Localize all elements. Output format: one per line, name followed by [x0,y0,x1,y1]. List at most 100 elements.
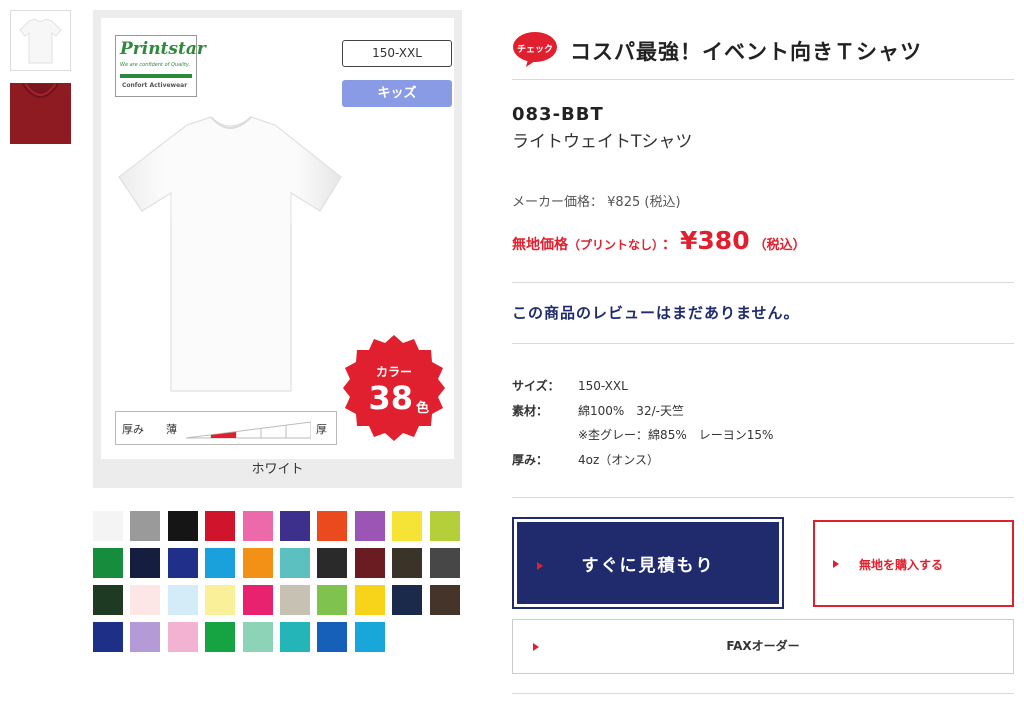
color-swatch[interactable] [392,548,422,578]
thickness-thin-label: 薄 [166,423,177,436]
color-swatch[interactable] [168,622,198,652]
color-swatch[interactable] [130,548,160,578]
fax-order-button-label: FAXオーダー [726,639,800,653]
color-swatch[interactable] [317,511,347,541]
thumbnail-white[interactable] [10,10,71,71]
divider [512,343,1014,344]
buy-plain-button[interactable]: 無地を購入する [813,520,1014,607]
plain-price: 無地価格（プリントなし）： ¥380 （税込） [512,226,806,255]
spec-key: 素材： [512,404,549,418]
color-swatch[interactable] [280,622,310,652]
quote-button-label: すぐに見積もり [581,556,715,576]
thickness-thick-label: 厚 [316,423,327,436]
plain-price-tax: （税込） [753,238,806,253]
brand-tagline: We are confident of Quality. [120,62,191,68]
brand-bar [120,74,192,78]
color-swatch[interactable] [168,548,198,578]
spec-row-size: サイズ： 150-XXL [512,377,628,394]
product-name: ライトウェイトTシャツ [512,132,693,152]
color-swatch[interactable] [130,622,160,652]
arrow-right-icon [833,560,839,568]
plain-price-colon: ： [662,237,677,253]
maker-price-value: ¥825 (税込) [607,195,681,210]
tshirt-image [118,116,342,392]
color-swatch[interactable] [392,585,422,615]
check-badge-text: チェック [516,45,553,55]
color-swatch[interactable] [93,548,123,578]
red-tshirt-thumbnail-icon [11,84,70,143]
thickness-label: 厚み [122,423,144,436]
color-swatch[interactable] [93,622,123,652]
size-range-box: 150-XXL [342,40,452,67]
main-image-panel: Printstar We are confident of Quality. C… [93,10,462,488]
spec-row-thickness: 厚み： 4oz（オンス） [512,451,659,468]
check-badge: チェック [512,31,558,67]
thickness-scale-icon [186,421,311,439]
color-swatch[interactable] [243,511,273,541]
spec-value: ※杢グレー：綿85% レーヨン15% [578,428,774,442]
color-swatch[interactable] [205,585,235,615]
plain-price-label: 無地価格 [512,237,568,253]
color-swatch[interactable] [355,511,385,541]
color-swatch[interactable] [130,585,160,615]
color-swatch[interactable] [243,585,273,615]
color-count: 38 [368,379,413,417]
spec-key: サイズ： [512,379,560,393]
spec-value: 150-XXL [578,379,628,393]
quote-button[interactable]: すぐに見積もり [512,517,784,609]
product-code: 083-BBT [512,104,604,125]
color-swatch[interactable] [205,511,235,541]
spec-value: 4oz（オンス） [578,453,660,467]
plain-price-note: （プリントなし） [568,238,659,252]
color-swatch[interactable] [430,585,460,615]
color-swatch[interactable] [355,585,385,615]
color-swatch[interactable] [243,622,273,652]
thumbnail-red[interactable] [10,83,71,144]
selected-color-name: ホワイト [251,462,304,477]
color-swatch[interactable] [280,585,310,615]
review-notice: この商品のレビューはまだありません。 [512,304,800,322]
thickness-meter: 厚み 薄 厚 [115,411,337,445]
color-swatch[interactable] [93,585,123,615]
color-swatch[interactable] [93,511,123,541]
fax-order-button[interactable]: FAXオーダー [512,619,1014,674]
spec-key: 厚み： [512,453,549,467]
divider [512,497,1014,498]
color-unit: 色 [416,401,430,416]
spec-row-material: 素材： 綿100% 32/-天竺 [512,402,684,419]
color-swatch[interactable] [317,548,347,578]
divider [512,282,1014,283]
white-tshirt-thumbnail-icon [19,18,62,64]
color-swatch[interactable] [392,511,422,541]
brand-sub: Confort Activewear [122,82,188,89]
color-swatch[interactable] [168,511,198,541]
kids-badge: キッズ [342,80,452,107]
color-swatch[interactable] [280,548,310,578]
color-swatch[interactable] [243,548,273,578]
buy-plain-button-label: 無地を購入する [859,558,944,572]
divider [512,693,1014,694]
brand-script: Printstar [120,39,206,59]
product-headline: コスパ最強！イベント向きＴシャツ [570,40,922,64]
maker-price: メーカー価格： ¥825 (税込) [512,191,681,210]
plain-price-value: ¥380 [680,226,750,255]
color-swatch[interactable] [130,511,160,541]
color-label: カラー [375,365,412,379]
spec-row-material-note: ※杢グレー：綿85% レーヨン15% [512,426,773,443]
spec-value: 綿100% 32/-天竺 [578,404,684,418]
color-swatch[interactable] [317,585,347,615]
printstar-logo: Printstar We are confident of Quality. C… [115,35,206,97]
color-swatch[interactable] [355,548,385,578]
product-image-area: Printstar We are confident of Quality. C… [101,18,454,459]
color-swatch[interactable] [205,622,235,652]
color-swatch[interactable] [168,585,198,615]
color-swatch[interactable] [317,622,347,652]
color-swatch[interactable] [355,622,385,652]
color-swatch[interactable] [205,548,235,578]
maker-price-label: メーカー価格： [512,195,604,210]
color-count-badge: カラー 38 色 [339,333,449,443]
product-headline-row: チェック コスパ最強！イベント向きＴシャツ [512,22,1014,80]
color-swatch[interactable] [430,511,460,541]
color-swatch[interactable] [430,548,460,578]
color-swatch[interactable] [280,511,310,541]
